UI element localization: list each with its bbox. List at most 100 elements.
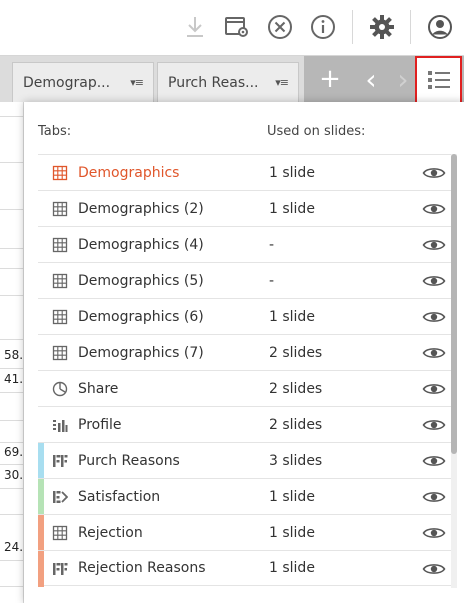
tab-name: Rejection Reasons bbox=[78, 560, 206, 576]
eye-icon[interactable] bbox=[422, 453, 446, 469]
color-stripe bbox=[38, 479, 44, 515]
grid-line bbox=[0, 162, 24, 163]
cell-value: 41. bbox=[4, 372, 24, 386]
used-on-slides-value: 1 slide bbox=[269, 308, 315, 325]
used-on-slides-value: - bbox=[269, 236, 275, 253]
tab-list-popup: Tabs: Used on slides: Demographics 1 slid… bbox=[24, 102, 464, 603]
pie-chart-icon bbox=[52, 381, 68, 397]
tab-name: Share bbox=[78, 380, 119, 397]
tab-purch-reasons[interactable]: Purch Reas... ▾≡ bbox=[157, 62, 299, 102]
used-on-slides-value: 1 slide bbox=[269, 524, 315, 541]
tab-name: Demographics (6) bbox=[78, 308, 204, 325]
tab-name: Purch Reasons bbox=[78, 452, 180, 469]
table-icon bbox=[52, 309, 68, 325]
gear-icon[interactable] bbox=[367, 12, 397, 42]
tab-name: Satisfaction bbox=[78, 488, 161, 505]
settings-window-icon[interactable] bbox=[222, 12, 252, 42]
color-stripe bbox=[38, 551, 44, 587]
tab-demographics[interactable]: Demograp... ▾≡ bbox=[12, 62, 154, 102]
eye-icon[interactable] bbox=[422, 525, 446, 541]
grid-line bbox=[0, 392, 24, 393]
tab-name: Demographics (5) bbox=[78, 272, 204, 289]
tab-list-item[interactable]: Demographics (4) - bbox=[38, 226, 456, 262]
grid-line bbox=[0, 209, 24, 210]
table-icon bbox=[52, 165, 68, 181]
satisfaction-icon bbox=[52, 489, 69, 505]
eye-icon[interactable] bbox=[422, 381, 446, 397]
eye-icon[interactable] bbox=[422, 489, 446, 505]
tab-label: Demograp... bbox=[23, 74, 111, 91]
grid-line bbox=[0, 248, 24, 249]
used-on-slides-value: 1 slide bbox=[269, 488, 315, 505]
tab-menu-icon[interactable]: ▾≡ bbox=[130, 76, 144, 89]
tab-list-item[interactable]: Rejection Reasons 1 slide bbox=[38, 550, 456, 587]
tab-list-button[interactable] bbox=[415, 56, 462, 104]
grid-line bbox=[0, 116, 24, 117]
eye-icon[interactable] bbox=[422, 201, 446, 217]
grid-line bbox=[0, 560, 24, 561]
grid-line bbox=[0, 488, 24, 489]
eye-icon[interactable] bbox=[422, 561, 446, 577]
tab-menu-icon[interactable]: ▾≡ bbox=[275, 76, 289, 89]
tabs-column-header: Tabs: bbox=[38, 124, 72, 139]
eye-icon[interactable] bbox=[422, 273, 446, 289]
table-icon bbox=[52, 201, 68, 217]
tab-list-item[interactable]: Satisfaction 1 slide bbox=[38, 478, 456, 515]
tab-list: Demographics 1 slide Demographics (2) 1 sli… bbox=[38, 154, 456, 587]
table-icon bbox=[52, 273, 68, 289]
grid-line bbox=[0, 295, 24, 296]
tab-list-item[interactable]: Share 2 slides bbox=[38, 370, 456, 406]
toolbar-divider bbox=[410, 10, 411, 44]
grid-line bbox=[0, 339, 24, 340]
next-tab-button[interactable]: › bbox=[390, 56, 416, 102]
grid-line bbox=[0, 268, 24, 269]
top-toolbar bbox=[0, 0, 464, 56]
scrollbar-thumb[interactable] bbox=[451, 154, 457, 454]
eye-icon[interactable] bbox=[422, 309, 446, 325]
used-on-slides-value: 2 slides bbox=[269, 380, 323, 397]
tab-name: Demographics (7) bbox=[78, 344, 204, 361]
info-icon[interactable] bbox=[308, 12, 338, 42]
tab-list-item[interactable]: Demographics (7) 2 slides bbox=[38, 334, 456, 370]
cell-value: 69. bbox=[4, 445, 24, 459]
tab-list-item[interactable]: Profile 2 slides bbox=[38, 406, 456, 442]
used-on-slides-value: 1 slide bbox=[269, 200, 315, 217]
grid-line bbox=[0, 586, 24, 587]
cell-value: 58. bbox=[4, 348, 24, 362]
cell-value: 24. bbox=[4, 540, 24, 554]
tab-list-item[interactable]: Demographics (5) - bbox=[38, 262, 456, 298]
user-icon[interactable] bbox=[425, 12, 455, 42]
close-circle-icon[interactable] bbox=[265, 12, 295, 42]
tab-list-item[interactable]: Demographics 1 slide bbox=[38, 154, 456, 190]
profile-chart-icon bbox=[52, 417, 68, 433]
prev-tab-button[interactable]: ‹ bbox=[356, 56, 386, 102]
used-on-slides-value: - bbox=[269, 272, 275, 289]
used-on-slides-value: 3 slides bbox=[269, 452, 323, 469]
used-on-slides-value: 2 slides bbox=[269, 344, 323, 361]
table-icon bbox=[52, 345, 68, 361]
add-tab-button[interactable]: + bbox=[312, 56, 348, 102]
tab-name: Profile bbox=[78, 416, 122, 433]
table-icon bbox=[52, 237, 68, 253]
reasons-icon bbox=[52, 561, 68, 577]
color-stripe bbox=[38, 515, 44, 551]
download-icon[interactable] bbox=[180, 12, 210, 42]
table-icon bbox=[52, 525, 68, 541]
tab-list-item[interactable]: Purch Reasons 3 slides bbox=[38, 442, 456, 479]
eye-icon[interactable] bbox=[422, 417, 446, 433]
used-on-slides-value: 1 slide bbox=[269, 164, 315, 181]
cell-value: 30. bbox=[4, 468, 24, 482]
color-stripe bbox=[38, 443, 44, 479]
tab-name: Demographics bbox=[78, 164, 180, 181]
tab-list-item[interactable]: Rejection 1 slide bbox=[38, 514, 456, 551]
eye-icon[interactable] bbox=[422, 165, 446, 181]
toolbar-divider bbox=[352, 10, 353, 44]
grid-line bbox=[0, 514, 24, 515]
eye-icon[interactable] bbox=[422, 237, 446, 253]
tab-list-item[interactable]: Demographics (6) 1 slide bbox=[38, 298, 456, 334]
tab-list-item[interactable]: Demographics (2) 1 slide bbox=[38, 190, 456, 226]
grid-line bbox=[0, 464, 24, 465]
eye-icon[interactable] bbox=[422, 345, 446, 361]
background-sheet: 58. 41. 69. 30. 24. bbox=[0, 102, 24, 603]
reasons-icon bbox=[52, 453, 68, 469]
